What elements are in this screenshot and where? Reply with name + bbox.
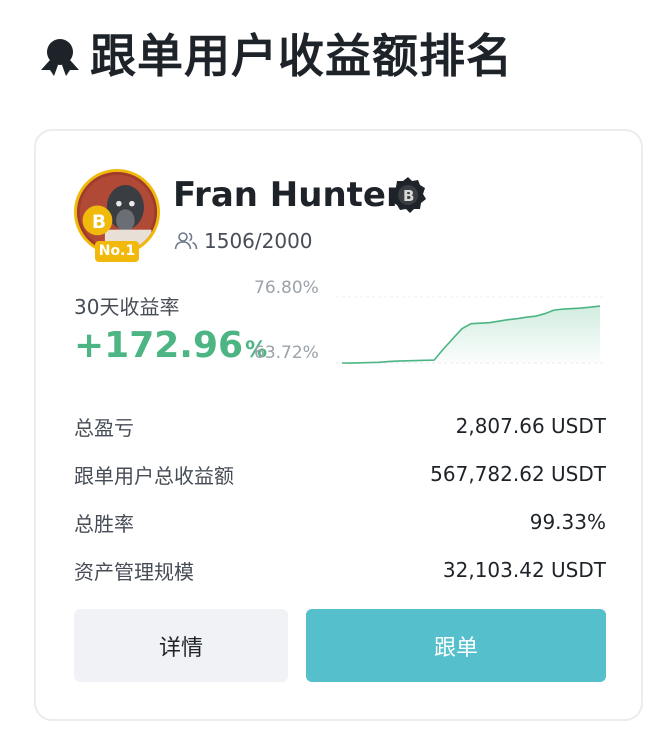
chart-max-label: 76.80% [254,278,319,298]
trader-card[interactable]: B No.1 Fran Hunter B 1506/2000 30天收益率 +1… [34,129,643,721]
stat-label: 跟单用户总收益额 [74,463,234,488]
stat-label: 资产管理规模 [74,559,194,584]
chart-min-label: 63.72% [254,343,319,363]
roi-area [342,306,600,364]
users-icon [174,232,198,250]
stat-value: 99.33% [529,510,606,534]
rank-badge: No.1 [95,241,139,262]
stat-label: 总盈亏 [74,415,134,440]
copy-trade-button[interactable]: 跟单 [306,609,606,682]
stat-value: 567,782.62 USDT [430,462,606,486]
page-header: 跟单用户收益额排名 [38,28,513,84]
stat-value: 32,103.42 USDT [442,558,606,582]
followers-text: 1506/2000 [204,229,313,253]
roi-sparkline-chart [336,296,606,364]
medal-ribbon-icon [41,39,79,76]
stat-label: 总胜率 [74,511,134,536]
roi-number: +172.96 [74,325,244,366]
details-button[interactable]: 详情 [74,609,288,682]
stat-value: 2,807.66 USDT [455,414,606,438]
svg-text:B: B [92,212,106,233]
stat-row-win-rate: 总胜率 99.33% [74,507,606,537]
stat-row-copier-profit: 跟单用户总收益额 567,782.62 USDT [74,459,606,489]
svg-text:B: B [403,187,414,205]
page-title: 跟单用户收益额排名 [90,29,513,83]
roi-value: +172.96% [74,325,267,366]
followers-count: 1506/2000 [174,229,313,253]
binance-badge-icon: B [391,177,426,213]
roi-label: 30天收益率 [74,295,180,319]
trader-name[interactable]: Fran Hunter [173,175,403,215]
avatar-wrap[interactable]: B No.1 [74,169,160,263]
stat-row-aum: 资产管理规模 32,103.42 USDT [74,555,606,585]
stat-row-total-pnl: 总盈亏 2,807.66 USDT [74,411,606,441]
